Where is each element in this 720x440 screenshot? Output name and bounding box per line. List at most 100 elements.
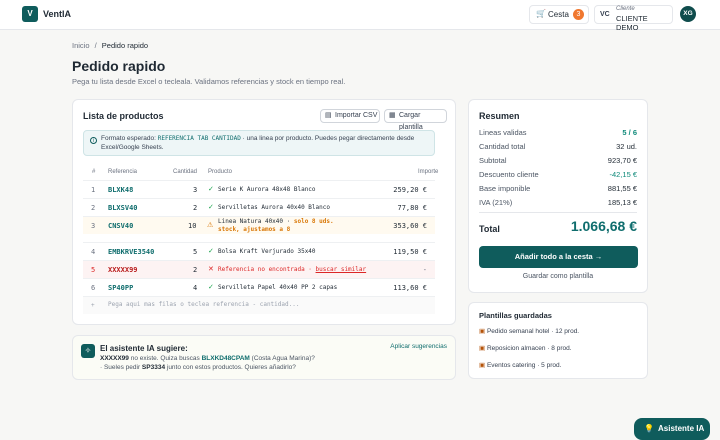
- check-icon: ✓: [208, 186, 214, 193]
- cart-button[interactable]: 🛒 Cesta 3: [529, 5, 589, 24]
- avatar[interactable]: XG: [680, 6, 696, 22]
- row-ref: EMBKRVE3540: [108, 248, 155, 256]
- import-csv-label: Importar CSV: [335, 112, 378, 119]
- table-row-warning[interactable]: 3 CNSV40 10 ⚠ Linea Natura 40x40 · solo …: [83, 216, 435, 234]
- row-qty: 2: [193, 204, 198, 212]
- row-num: 2: [91, 204, 96, 212]
- save-as-template-link[interactable]: Guardar como plantilla: [469, 273, 647, 280]
- import-csv-button[interactable]: ▤ Importar CSV: [320, 109, 380, 123]
- load-template-label: Cargar plantilla: [399, 112, 423, 131]
- suggest-text-end: (Costa Agua Marina)?: [251, 355, 315, 362]
- col-qty: Cantidad: [173, 169, 198, 175]
- check-icon: ✓: [208, 248, 214, 255]
- row-ref: BLXSV40: [108, 204, 138, 212]
- col-product: Producto: [208, 169, 233, 175]
- table-row[interactable]: 1 BLXK48 3 ✓ Serie K Aurora 48x48 Blanco…: [83, 180, 435, 198]
- col-amount: Importe: [418, 169, 439, 175]
- breadcrumb-current: Pedido rapido: [101, 41, 149, 50]
- total-label: Total: [479, 224, 500, 234]
- breadcrumb: Inicio / Pedido rapido: [72, 41, 148, 50]
- cart-icon: 🛒: [536, 9, 546, 18]
- template-label: Reposicion almacen · 8 prod.: [486, 345, 572, 352]
- client-selector[interactable]: VC Cliente CLIENTE DEMO: [594, 5, 673, 32]
- client-initials: VC: [600, 11, 610, 18]
- suggest-ref-missing: XXXXX99: [100, 355, 129, 362]
- row-product: Servilletas Aurora 40x40 Blanco: [218, 204, 330, 211]
- summary-label-qty: Cantidad total: [479, 142, 526, 151]
- apply-suggestions-link[interactable]: Aplicar sugerencias: [390, 343, 447, 350]
- load-template-button[interactable]: ▦ Cargar plantilla: [384, 109, 447, 131]
- page-title: Pedido rapido: [72, 58, 166, 74]
- table-row[interactable]: 4 EMBKRVE3540 5 ✓ Bolsa Kraft Verjurado …: [83, 242, 435, 260]
- cart-label: Cesta: [548, 10, 569, 19]
- summary-value-base: 881,55 €: [607, 184, 637, 193]
- col-ref: Referencia: [108, 169, 138, 175]
- template-item[interactable]: ▣ Pedido semanal hotel · 12 prod.: [479, 327, 579, 335]
- template-item[interactable]: ▣ Eventos catering · 5 prod.: [479, 361, 561, 369]
- row-amount: 77,80 €: [397, 204, 427, 212]
- check-icon: ✓: [208, 284, 214, 291]
- clipboard-icon: ▣: [479, 362, 486, 369]
- client-name: CLIENTE DEMO: [616, 14, 648, 32]
- error-icon: ✕: [208, 266, 214, 273]
- assistant-fab-button[interactable]: 💡 Asistente IA: [634, 418, 710, 440]
- assistant-fab-label: Asistente IA: [658, 424, 705, 433]
- logo[interactable]: V: [22, 6, 38, 22]
- template-icon: ▦: [389, 112, 396, 119]
- summary-value-subtotal: 923,70 €: [607, 156, 637, 165]
- table-row-error[interactable]: 5 XXXXX99 2 ✕ Referencia no encontrada ·…: [83, 260, 435, 278]
- row-product: Bolsa Kraft Verjurado 35x40: [218, 248, 316, 255]
- row-qty: 4: [193, 284, 198, 292]
- check-icon: ✓: [208, 204, 214, 211]
- summary-value-iva: 185,13 €: [607, 198, 637, 207]
- table-row[interactable]: 2 BLXSV40 2 ✓ Servilletas Aurora 40x40 B…: [83, 198, 435, 216]
- add-row-input[interactable]: + Pega aqui mas filas o teclea referenci…: [83, 296, 435, 314]
- add-all-label: Añadir todo a la cesta: [514, 252, 593, 261]
- clipboard-icon: ▣: [479, 328, 486, 335]
- breadcrumb-home[interactable]: Inicio: [72, 41, 90, 50]
- row-ref: CNSV40: [108, 222, 134, 230]
- search-similar-link[interactable]: buscar similar: [316, 266, 367, 273]
- row-amount: 113,60 €: [393, 284, 427, 292]
- summary-value-discount: -42,15 €: [609, 170, 637, 179]
- summary-label-base: Base imponible: [479, 184, 531, 193]
- template-label: Pedido semanal hotel · 12 prod.: [486, 328, 580, 335]
- summary-title: Resumen: [479, 111, 520, 121]
- row-product: Serie K Aurora 48x48 Blanco: [218, 186, 316, 193]
- add-row-plus: +: [91, 302, 95, 309]
- top-bar: V VentIA 🛒 Cesta 3 VC Cliente CLIENTE DE…: [0, 0, 720, 32]
- summary-card: Resumen Lineas validas 5 / 6 Cantidad to…: [468, 99, 648, 293]
- suggest-text: · Sueles pedir: [100, 364, 141, 371]
- saved-templates-card: Plantillas guardadas ▣ Pedido semanal ho…: [468, 302, 648, 379]
- row-product: Referencia no encontrada · buscar simila…: [218, 261, 366, 279]
- total-value: 1.066,68 €: [570, 218, 637, 234]
- sparkle-icon: ✧: [81, 344, 95, 358]
- summary-label-iva: IVA (21%): [479, 198, 513, 207]
- row-qty: 10: [188, 222, 197, 230]
- brand-name[interactable]: VentIA: [43, 9, 71, 19]
- suggest-ref-upsell[interactable]: SP3334: [142, 364, 165, 371]
- add-all-to-cart-button[interactable]: Añadir todo a la cesta →: [479, 246, 638, 268]
- ai-suggestion-title: El asistente IA sugiere:: [100, 344, 188, 353]
- suggest-ref-alternative[interactable]: BLXKD48CPAM: [202, 355, 250, 362]
- row-ref: XXXXX99: [108, 266, 138, 274]
- row-num: 4: [91, 248, 96, 256]
- table-row[interactable]: 6 SP40PP 4 ✓ Servilleta Papel 40x40 PP 2…: [83, 278, 435, 296]
- template-item[interactable]: ▣ Reposicion almacen · 8 prod.: [479, 344, 572, 352]
- row-qty: 3: [193, 186, 198, 194]
- row-amount: 119,50 €: [393, 248, 427, 256]
- row-num: 5: [91, 266, 96, 274]
- product-name: Linea Natura 40x40 ·: [218, 218, 291, 225]
- warning-icon: ⚠: [207, 222, 214, 229]
- format-info-box: i Formato esperado: REFERENCIA TAB CANTI…: [83, 130, 435, 156]
- file-icon: ▤: [325, 112, 332, 119]
- cart-count-badge: 3: [573, 9, 584, 20]
- row-amount: 259,20 €: [393, 186, 427, 194]
- row-ref: SP40PP: [108, 284, 134, 292]
- format-info-text: Formato esperado: REFERENCIA TAB CANTIDA…: [101, 135, 431, 152]
- row-qty: 5: [193, 248, 198, 256]
- suggest-text-end: junto con estos productos. Quieres añadi…: [166, 364, 296, 371]
- row-qty: 2: [193, 266, 198, 274]
- summary-divider: [479, 212, 637, 213]
- summary-label-subtotal: Subtotal: [479, 156, 507, 165]
